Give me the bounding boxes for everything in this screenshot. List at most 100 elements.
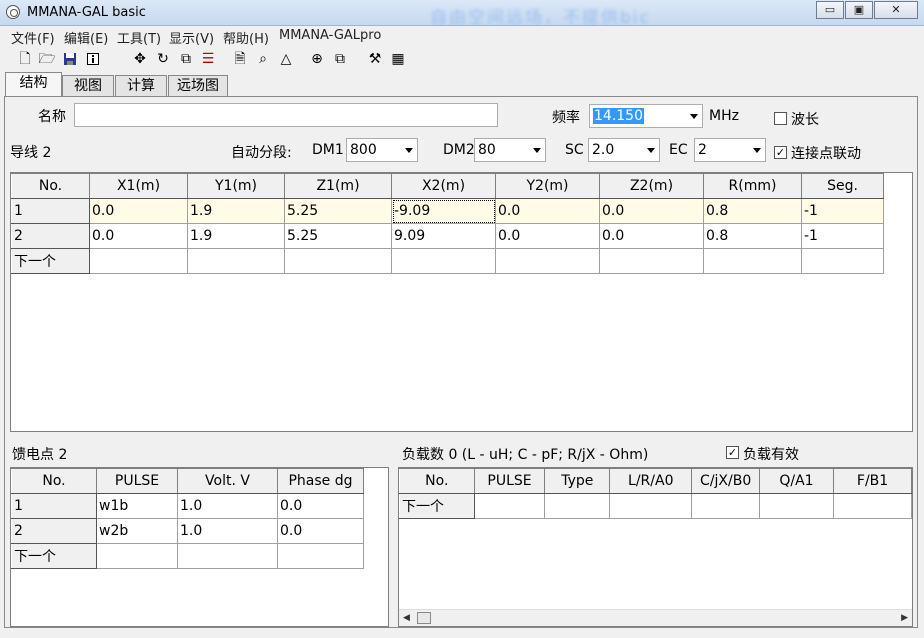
table-cell[interactable] <box>609 493 693 519</box>
row-header[interactable]: 下一个 <box>11 543 97 569</box>
loads-header-4[interactable]: C/jX/B0 <box>691 468 760 494</box>
table-cell[interactable]: 0.0 <box>599 198 704 224</box>
table-cell[interactable] <box>187 248 285 274</box>
row-header[interactable]: 1 <box>11 493 97 519</box>
table-cell[interactable]: w2b <box>96 518 178 544</box>
loads-header-2[interactable]: Type <box>544 468 611 494</box>
stack-icon[interactable]: ☰ <box>199 50 217 68</box>
loads-horizontal-scrollbar[interactable]: ◀ ▶ <box>399 609 912 626</box>
scale-icon[interactable]: ⧉ <box>177 50 195 68</box>
table-cell[interactable] <box>96 543 178 569</box>
table-cell[interactable]: 1.0 <box>177 493 278 519</box>
table-cell[interactable]: 1.9 <box>187 223 285 249</box>
menu-edit[interactable]: 编辑(E) <box>64 28 108 47</box>
loads-header-0[interactable]: No. <box>399 468 475 494</box>
minimize-button[interactable]: ▭ <box>816 1 844 19</box>
wires-grid[interactable]: No. X1(m) Y1(m) Z1(m) X2(m) Y2(m) Z2(m) R(mm) Se… <box>10 172 913 432</box>
chevron-down-icon[interactable] <box>753 148 761 153</box>
loads-header-6[interactable]: F/B1 <box>833 468 912 494</box>
table-cell[interactable]: 0.0 <box>277 493 364 519</box>
table-cell[interactable]: w1b <box>96 493 178 519</box>
scroll-thumb[interactable] <box>417 612 431 624</box>
table-cell[interactable]: -1 <box>801 223 884 249</box>
table-cell[interactable]: 9.09 <box>391 223 496 249</box>
table-row[interactable]: 2 w2b 1.0 0.0 <box>11 518 364 544</box>
tab-view[interactable]: 视图 <box>62 75 114 96</box>
scroll-right-icon[interactable]: ▶ <box>901 613 908 623</box>
rotate-icon[interactable]: ↻ <box>154 50 172 68</box>
table-cell[interactable]: 0.0 <box>277 518 364 544</box>
menu-file[interactable]: 文件(F) <box>11 28 55 47</box>
table-cell[interactable] <box>833 493 912 519</box>
table-cell[interactable] <box>277 543 364 569</box>
chevron-down-icon[interactable] <box>690 114 698 119</box>
wavelength-checkbox[interactable] <box>774 112 787 125</box>
document-icon[interactable]: 🗎 <box>231 50 249 68</box>
table-row[interactable]: 下一个 <box>399 493 912 519</box>
table-cell[interactable] <box>703 248 802 274</box>
sources-header-3[interactable]: Phase dg <box>277 468 364 494</box>
wires-header-1[interactable]: X1(m) <box>89 173 188 199</box>
menu-mmana-galpro[interactable]: MMANA-GALpro <box>279 28 381 43</box>
table-cell[interactable]: 0.8 <box>703 198 802 224</box>
close-button[interactable]: ✕ <box>874 1 918 19</box>
name-input[interactable] <box>74 103 498 127</box>
tab-far-field[interactable]: 远场图 <box>168 75 228 96</box>
calculator-icon[interactable]: ▦ <box>389 50 407 68</box>
table-cell[interactable] <box>758 493 835 519</box>
sources-header-2[interactable]: Volt. V <box>177 468 278 494</box>
wires-header-5[interactable]: Y2(m) <box>495 173 600 199</box>
lens-icon[interactable]: ⌕ <box>254 50 272 68</box>
info-icon[interactable] <box>84 50 102 68</box>
move-icon[interactable]: ✥ <box>131 50 149 68</box>
sources-header-1[interactable]: PULSE <box>96 468 178 494</box>
table-cell[interactable]: 5.25 <box>284 198 392 224</box>
open-folder-icon[interactable]: 🗁 <box>38 50 56 68</box>
tab-calculate[interactable]: 计算 <box>115 75 167 96</box>
wires-header-7[interactable]: R(mm) <box>703 173 802 199</box>
loads-enabled-checkbox[interactable]: ✓ <box>726 446 739 459</box>
table-cell[interactable]: 1.9 <box>187 198 285 224</box>
chevron-down-icon[interactable] <box>647 148 655 153</box>
wires-header-0[interactable]: No. <box>11 173 90 199</box>
table-cell[interactable] <box>284 248 392 274</box>
table-cell[interactable] <box>177 543 278 569</box>
menu-help[interactable]: 帮助(H) <box>223 28 269 47</box>
table-cell[interactable]: -9.09 <box>391 198 496 224</box>
dm2-combo[interactable]: 80 <box>474 138 546 162</box>
row-header[interactable]: 2 <box>11 223 90 249</box>
save-icon[interactable] <box>61 50 79 68</box>
row-header[interactable]: 2 <box>11 518 97 544</box>
row-header[interactable]: 下一个 <box>399 493 475 519</box>
row-header[interactable]: 1 <box>11 198 90 224</box>
ec-combo[interactable]: 2 <box>694 138 766 162</box>
menu-view[interactable]: 显示(V) <box>169 28 214 47</box>
wires-header-4[interactable]: X2(m) <box>391 173 496 199</box>
row-header[interactable]: 下一个 <box>11 248 90 274</box>
table-cell[interactable]: 0.8 <box>703 223 802 249</box>
new-file-icon[interactable]: 🗋 <box>16 50 34 68</box>
table-cell[interactable] <box>691 493 760 519</box>
wires-header-8[interactable]: Seg. <box>801 173 884 199</box>
target-icon[interactable]: ⊕ <box>308 50 326 68</box>
table-cell[interactable]: 0.0 <box>495 223 600 249</box>
table-cell[interactable] <box>89 248 188 274</box>
loads-header-1[interactable]: PULSE <box>473 468 546 494</box>
wires-header-2[interactable]: Y1(m) <box>187 173 285 199</box>
table-cell[interactable] <box>801 248 884 274</box>
table-cell[interactable]: 5.25 <box>284 223 392 249</box>
sc-combo[interactable]: 2.0 <box>588 138 660 162</box>
chevron-down-icon[interactable] <box>533 148 541 153</box>
link-points-checkbox[interactable]: ✓ <box>774 146 787 159</box>
table-cell[interactable]: 0.0 <box>89 198 188 224</box>
table-cell[interactable] <box>544 493 611 519</box>
table-cell[interactable] <box>599 248 704 274</box>
tools-icon[interactable]: ⚒ <box>366 50 384 68</box>
loads-grid[interactable]: No. PULSE Type L/R/A0 C/jX/B0 Q/A1 F/B1 下一个 ◀ … <box>398 467 913 627</box>
chevron-down-icon[interactable] <box>405 148 413 153</box>
frequency-combo[interactable]: 14.150 <box>589 104 703 128</box>
copy-icon[interactable]: ⧉ <box>331 50 349 68</box>
table-cell[interactable]: 0.0 <box>599 223 704 249</box>
table-cell[interactable]: -1 <box>801 198 884 224</box>
table-cell[interactable]: 0.0 <box>495 198 600 224</box>
